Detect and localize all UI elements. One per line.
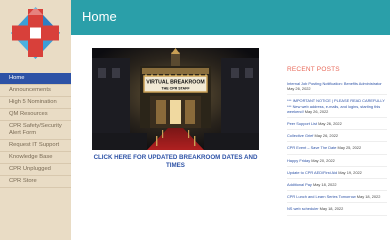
- list-item: *** IMPORTANT NOTICE | PLEASE READ CAREF…: [287, 98, 387, 119]
- nav-item-request-it-support[interactable]: Request IT Support: [0, 140, 71, 152]
- medical-cross-logo[interactable]: [9, 5, 62, 61]
- nav-item-cpr-unplugged[interactable]: CPR Unplugged: [0, 164, 71, 176]
- list-item: Peer Support List May 26, 2022: [287, 121, 387, 131]
- post-link[interactable]: CPR Event – Save The Date: [287, 145, 336, 150]
- marquee-line-2: THE CPR STAFF: [161, 87, 190, 91]
- post-date: May 18, 2022: [319, 206, 344, 212]
- marquee-line-1: VIRTUAL BREAKROOM: [146, 80, 204, 86]
- list-item: NS web scheduler May 18, 2022: [287, 206, 387, 216]
- list-item: Additional Pay May 18, 2022: [287, 182, 387, 192]
- list-item: Happy Friday May 20, 2022: [287, 158, 387, 167]
- post-link[interactable]: Peer Support List: [287, 121, 317, 126]
- nav-item-safety-alert-form[interactable]: CPR Safety/Security Alert Form: [0, 121, 71, 140]
- post-date: May 26, 2022: [314, 133, 339, 139]
- list-item: CPR Lunch and Learn Series Tomorrow May …: [287, 194, 387, 204]
- post-date: May 20, 2022: [311, 157, 335, 163]
- list-item: Collective Grief May 26, 2022: [287, 133, 387, 143]
- nav-item-high-5-nomination[interactable]: High 5 Nomination: [0, 97, 71, 109]
- recent-posts: RECENT POSTS Internal Job Posting Notifi…: [287, 66, 387, 219]
- post-date: May 19, 2022: [338, 169, 362, 175]
- post-link[interactable]: *** IMPORTANT NOTICE | PLEASE READ CAREF…: [287, 98, 385, 113]
- post-date: May 18, 2022: [312, 182, 337, 188]
- nav-item-announcements[interactable]: Announcements: [0, 85, 71, 97]
- post-link[interactable]: Additional Pay: [287, 182, 312, 187]
- nav-item-cpr-store[interactable]: CPR Store: [0, 176, 71, 188]
- nav-item-home[interactable]: Home: [0, 73, 71, 85]
- post-link[interactable]: Collective Grief: [287, 133, 313, 138]
- post-date: May 25, 2022: [337, 145, 362, 151]
- list-item: Update to CPR AED/First Aid May 19, 2022: [287, 169, 387, 180]
- nav-item-knowledge-base[interactable]: Knowledge Base: [0, 152, 71, 164]
- post-date: May 26, 2022: [318, 121, 342, 127]
- post-date: May 18, 2022: [356, 194, 381, 200]
- post-link[interactable]: Update to CPR AED/First Aid: [287, 170, 337, 175]
- nav-item-qm-resources[interactable]: QM Resources: [0, 109, 71, 121]
- page-header: Home: [71, 0, 390, 35]
- post-link[interactable]: CPR Lunch and Learn Series Tomorrow: [287, 194, 356, 199]
- post-date: May 26, 2022: [287, 86, 311, 92]
- breakroom-hero-image[interactable]: VIRTUAL BREAKROOM THE CPR STAFF: [92, 48, 259, 150]
- post-date: May 26, 2022: [304, 108, 329, 114]
- sidebar: Home Announcements High 5 Nomination QM …: [0, 0, 71, 240]
- post-link[interactable]: NS web scheduler: [287, 206, 319, 211]
- page-title: Home: [82, 9, 117, 24]
- list-item: Internal Job Posting Notification: Benef…: [287, 81, 387, 96]
- main-nav: Home Announcements High 5 Nomination QM …: [0, 73, 71, 188]
- list-item: CPR Event – Save The Date May 25, 2022: [287, 145, 387, 155]
- breakroom-dates-link[interactable]: CLICK HERE FOR UPDATED BREAKROOM DATES A…: [92, 154, 259, 170]
- recent-posts-heading: RECENT POSTS: [287, 66, 340, 73]
- post-link[interactable]: Happy Friday: [287, 158, 310, 163]
